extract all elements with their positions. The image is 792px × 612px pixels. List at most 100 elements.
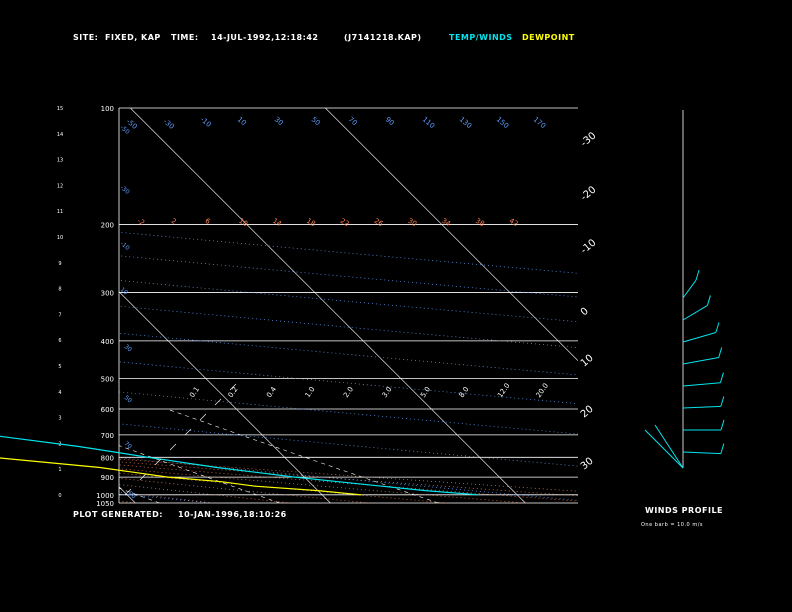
wind-barb-300 [682, 451, 721, 455]
mixing-ratio-label-5: 3.0 [381, 385, 394, 399]
moist-adiabat-label-9: 34 [440, 217, 452, 229]
moist-adiabat-label-11: 42 [508, 217, 520, 228]
moist-adiabat-label-10: 38 [474, 217, 486, 228]
temp-tick-right-2: -10 [579, 237, 599, 256]
pressure-label-600: 600 [101, 406, 114, 414]
mixing-ratio-9 [166, 408, 439, 503]
moist-adiabat-label-3: 10 [237, 217, 249, 228]
dry-adiabat-label-7: 90 [384, 115, 396, 127]
wind-barb-flag-400 [720, 419, 725, 431]
moist-adiabat-30 [119, 468, 526, 503]
pressure-label-500: 500 [101, 375, 114, 383]
height-km-8: 8 [58, 287, 61, 293]
dry-adiabat-label-8: 110 [421, 115, 436, 130]
wind-barb-flag-300 [720, 443, 725, 454]
dry-adiabat-edge-label-4: 30 [123, 343, 133, 353]
mixing-ratio-8 [119, 445, 280, 503]
mixing-ratio-7 [119, 487, 160, 503]
height-km-12: 12 [57, 183, 63, 189]
height-km-11: 11 [57, 209, 63, 215]
height-km-15: 15 [57, 106, 63, 112]
moist-adiabat-22 [119, 478, 370, 503]
height-km-6: 6 [58, 338, 61, 344]
temp-tick-right-3: 0 [579, 306, 591, 319]
dry-adiabat-label-3: 10 [236, 115, 248, 127]
wind-barb-surface-2 [654, 424, 684, 469]
moist-adiabat-label-4: 14 [271, 217, 283, 229]
moist-adiabat-10 [119, 500, 136, 503]
dry-adiabat-label-6: 70 [347, 115, 359, 127]
pressure-label-1000: 1000 [96, 492, 114, 500]
wind-barb-flag-700 [718, 347, 723, 358]
pressure-label-900: 900 [101, 474, 114, 482]
wind-barb-500 [682, 405, 721, 409]
moist-adiabat-label-7: 26 [373, 217, 385, 229]
temp-tick-right-0: -30 [579, 130, 599, 149]
isotherm-20 [119, 291, 331, 503]
pressure-label-700: 700 [101, 432, 114, 440]
wind-barb-flag-900 [706, 295, 711, 306]
height-km-14: 14 [57, 132, 63, 138]
mixing-ratio-label-4: 2.0 [342, 385, 355, 399]
skew-t-chart: 10020030040050060070080090010001050-50 -3… [0, 105, 725, 508]
wind-barb-700 [682, 357, 719, 365]
mixing-ratio-label-2: 0.4 [265, 385, 278, 399]
pressure-label-100: 100 [101, 105, 114, 113]
pseudo-barb-mark-5 [199, 413, 207, 421]
pressure-label-300: 300 [101, 290, 114, 298]
wind-barb-800 [682, 332, 717, 343]
temp-tick-right-5: 20 [579, 404, 596, 421]
dry-adiabat-label-10: 150 [495, 115, 510, 130]
dry-adiabat-label-4: 30 [273, 115, 285, 127]
height-km-13: 13 [57, 158, 63, 164]
pseudo-barb-mark-6 [214, 398, 222, 406]
dry-adiabat-10 [119, 493, 213, 503]
height-km-5: 5 [58, 364, 61, 370]
dry-adiabat-label-2: -10 [199, 115, 213, 128]
height-km-7: 7 [58, 312, 61, 318]
temp-tick-right-6: 30 [579, 456, 596, 473]
temp-tick-right-1: -20 [579, 184, 599, 203]
wind-barb-flag-1000 [695, 270, 700, 281]
moist-adiabat-26 [119, 472, 448, 503]
moist-adiabat-18 [119, 484, 292, 503]
wind-barb-600 [682, 382, 721, 387]
height-km-4: 4 [58, 390, 61, 396]
dry-adiabat-edge-label-3: 10 [119, 286, 129, 296]
height-km-0: 0 [58, 493, 61, 499]
dry-adiabat-label-11: 170 [532, 115, 547, 130]
height-km-10: 10 [57, 235, 63, 241]
moist-adiabat-label-5: 18 [305, 217, 317, 228]
isotherm-30 [130, 108, 526, 503]
wind-barb-1000 [682, 279, 697, 299]
wind-barb-900 [682, 305, 708, 321]
dry-adiabat-label-5: 50 [310, 115, 322, 127]
mixing-ratio-label-6: 5.0 [419, 385, 432, 399]
pressure-label-1050: 1050 [96, 500, 114, 508]
isotherm-10 [119, 486, 136, 503]
mixing-ratio-label-8: 12.0 [496, 382, 511, 399]
wind-barb-flag-500 [720, 396, 725, 407]
wind-barb-flag-800 [715, 322, 720, 333]
pressure-label-400: 400 [101, 338, 114, 346]
dry-adiabat-label-9: 130 [458, 115, 473, 130]
mixing-ratio-label-1: 0.2 [227, 385, 240, 399]
dry-adiabat-edge-label-2: -10 [119, 240, 131, 252]
wind-barb-surface [644, 429, 684, 469]
dry-adiabat-edge-label-5: 50 [123, 394, 133, 404]
moist-adiabat-label-0: -2 [136, 217, 146, 227]
wind-barb-flag-600 [719, 372, 724, 383]
mixing-ratio-label-7: 8.0 [458, 385, 471, 399]
mixing-ratio-label-3: 1.0 [304, 385, 317, 399]
isotherm-40 [325, 108, 578, 362]
height-km-3: 3 [58, 416, 61, 422]
moist-adiabat-34 [119, 464, 578, 502]
pressure-label-800: 800 [101, 454, 114, 462]
dry-adiabat-30 [119, 457, 578, 501]
dry-adiabat-edge-label-1: -30 [119, 184, 131, 196]
temp-tick-right-4: 10 [579, 353, 596, 370]
moist-adiabat-label-6: 22 [339, 217, 351, 228]
mixing-ratio-label-0: 0.1 [188, 385, 201, 399]
mixing-ratio-6 [0, 409, 27, 503]
height-km-9: 9 [58, 261, 61, 267]
